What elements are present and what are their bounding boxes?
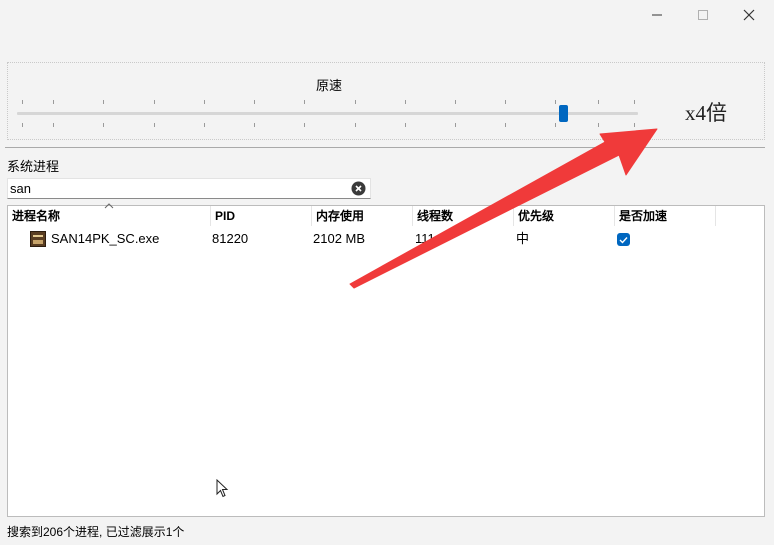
status-text: 搜索到206个进程, 已过滤展示1个 (7, 525, 185, 539)
annotation-arrow (349, 128, 658, 289)
